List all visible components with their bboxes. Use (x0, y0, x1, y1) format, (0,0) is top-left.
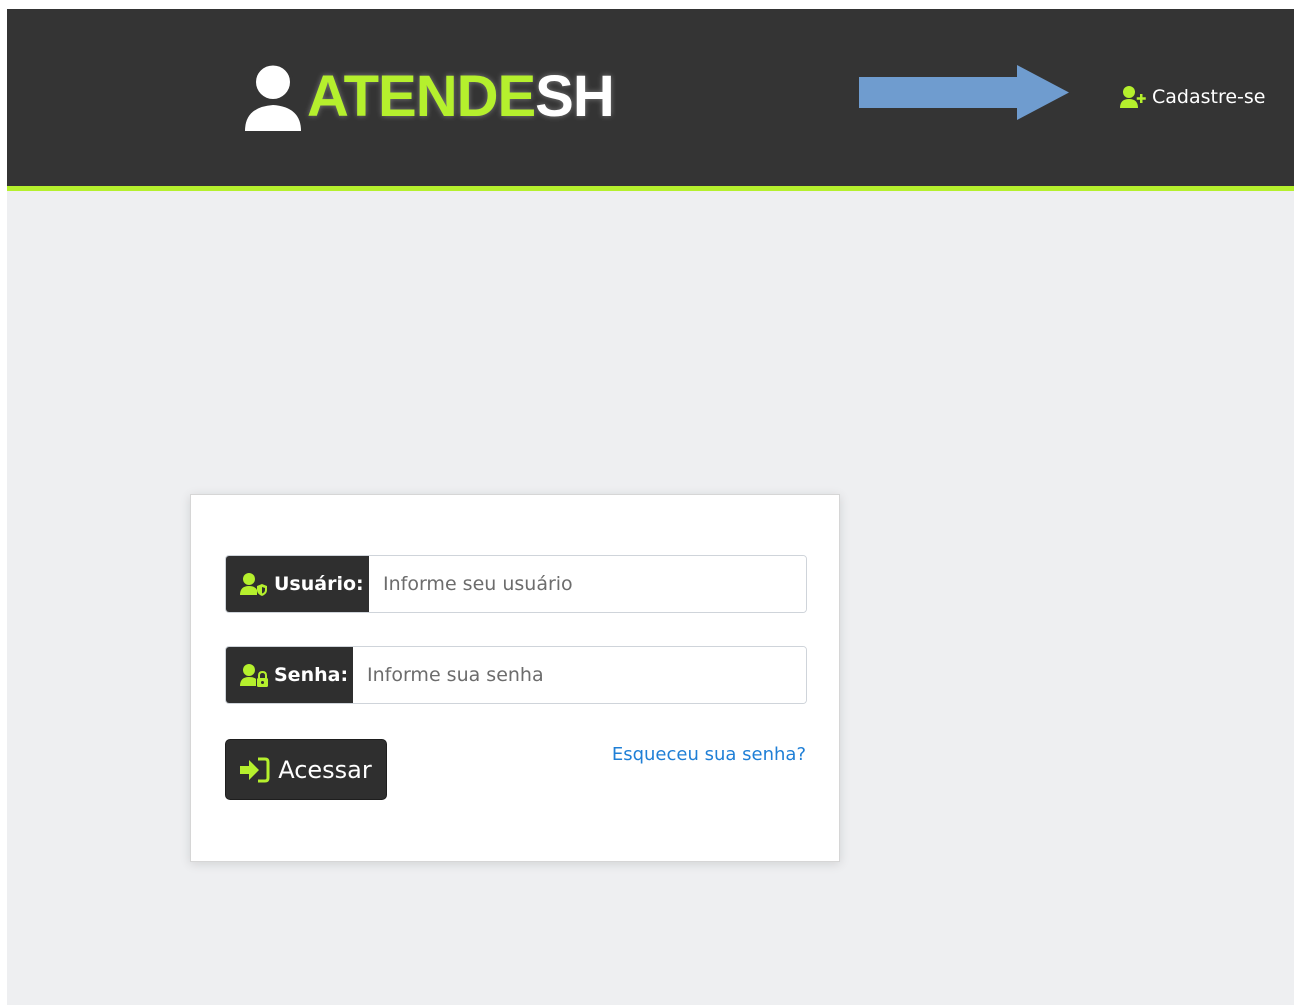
arrow-right-icon (859, 65, 1069, 120)
username-label: Usuário: (274, 573, 364, 595)
login-card: Usuário: Senha: Acessar (190, 494, 840, 862)
signup-link[interactable]: Cadastre-se (1120, 83, 1266, 111)
user-plus-icon (1120, 86, 1146, 108)
password-label: Senha: (274, 664, 349, 686)
username-input-group: Usuário: (225, 555, 807, 613)
username-addon: Usuário: (226, 556, 369, 612)
forgot-password-link[interactable]: Esqueceu sua senha? (612, 744, 806, 765)
password-input[interactable] (353, 647, 806, 703)
login-button[interactable]: Acessar (225, 739, 387, 800)
top-navbar: ATENDESH Cadastre-se (7, 9, 1294, 191)
user-shield-icon (240, 573, 267, 596)
brand-name-white: SH (535, 64, 615, 129)
login-button-label: Acessar (278, 755, 372, 784)
user-lock-icon (240, 664, 268, 687)
username-input[interactable] (369, 556, 806, 612)
brand-name-green: ATENDE (307, 64, 536, 129)
signup-label: Cadastre-se (1152, 86, 1266, 108)
headset-user-icon (245, 62, 301, 131)
sign-in-icon (240, 757, 270, 782)
password-input-group: Senha: (225, 646, 807, 704)
page-background: ATENDESH Cadastre-se Usuário: Informe se… (7, 9, 1294, 1005)
password-addon: Senha: (226, 647, 353, 703)
brand-name: ATENDESH (307, 61, 615, 133)
